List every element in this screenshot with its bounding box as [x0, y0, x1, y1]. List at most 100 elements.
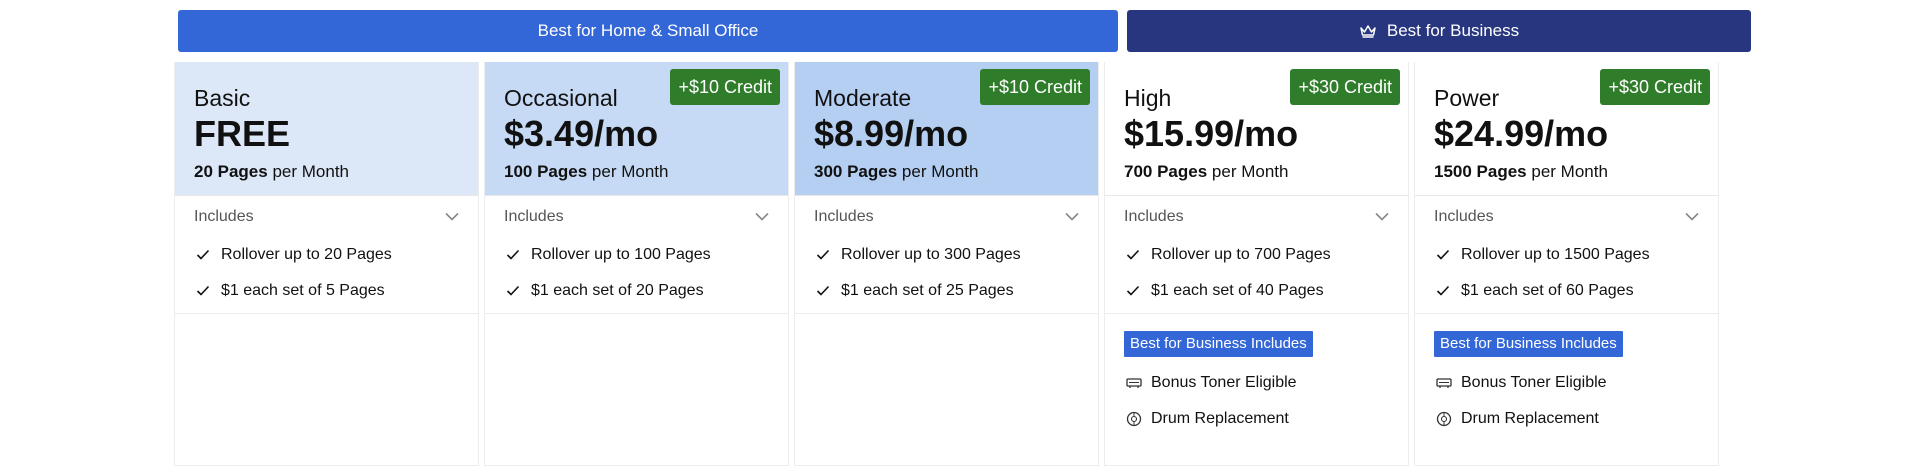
- check-icon: [196, 285, 210, 297]
- plan-card-moderate[interactable]: Moderate $8.99/mo 300 Pages per Month +$…: [794, 62, 1099, 466]
- home-office-banner-label: Best for Home & Small Office: [537, 21, 759, 40]
- plan-pages-count: 700 Pages: [1124, 162, 1208, 181]
- chevron-down-icon: [755, 212, 769, 221]
- feature-list: Rollover up to 20 Pages $1 each set of 5 …: [175, 237, 478, 314]
- divider: [795, 313, 1098, 314]
- feature-list: Rollover up to 300 Pages $1 each set of 2…: [795, 237, 1098, 314]
- includes-label: Includes: [1124, 207, 1184, 225]
- drum-icon: [1436, 411, 1452, 427]
- drum-icon: [1126, 411, 1142, 427]
- check-icon: [816, 249, 830, 261]
- check-icon: [1126, 285, 1140, 297]
- includes-label: Includes: [814, 207, 874, 225]
- chevron-down-icon: [1375, 212, 1389, 221]
- plan-header: Basic FREE 20 Pages per Month: [175, 62, 478, 195]
- feature-item: Rollover up to 100 Pages: [485, 237, 788, 273]
- plan-pages-count: 1500 Pages: [1434, 162, 1527, 181]
- plan-card-high[interactable]: High $15.99/mo 700 Pages per Month +$30 …: [1104, 62, 1409, 466]
- divider: [175, 313, 478, 314]
- plan-cards: Basic FREE 20 Pages per Month Includes R…: [174, 62, 1754, 466]
- feature-item: $1 each set of 25 Pages: [795, 273, 1098, 309]
- divider: [1415, 313, 1718, 314]
- business-feature-text: Bonus Toner Eligible: [1461, 374, 1607, 391]
- includes-toggle[interactable]: Includes: [1105, 195, 1408, 237]
- toner-cartridge-icon: [1436, 377, 1452, 389]
- check-icon: [506, 249, 520, 261]
- business-banner-label: Best for Business: [1386, 21, 1520, 40]
- divider: [1105, 313, 1408, 314]
- check-icon: [196, 249, 210, 261]
- plan-card-basic[interactable]: Basic FREE 20 Pages per Month Includes R…: [174, 62, 479, 466]
- business-includes-tag: Best for Business Includes: [1434, 331, 1623, 357]
- plan-pages: 20 Pages per Month: [194, 162, 478, 182]
- check-icon: [1436, 285, 1450, 297]
- feature-list: Rollover up to 1500 Pages $1 each set of …: [1415, 237, 1718, 437]
- crown-icon: [1359, 24, 1377, 38]
- chevron-down-icon: [1685, 212, 1699, 221]
- feature-text: Rollover up to 700 Pages: [1151, 246, 1331, 263]
- credit-badge: +$30 Credit: [1600, 69, 1710, 105]
- includes-toggle[interactable]: Includes: [1415, 195, 1718, 237]
- plan-pages-count: 300 Pages: [814, 162, 898, 181]
- feature-item: $1 each set of 60 Pages: [1415, 273, 1718, 309]
- plan-group-banners: Best for Home & Small Office Best for Bu…: [174, 10, 1754, 53]
- plan-header: High $15.99/mo 700 Pages per Month +$30 …: [1105, 62, 1408, 195]
- feature-item: $1 each set of 20 Pages: [485, 273, 788, 309]
- includes-label: Includes: [194, 207, 254, 225]
- business-feature-item: Bonus Toner Eligible: [1105, 365, 1408, 401]
- plan-card-occasional[interactable]: Occasional $3.49/mo 100 Pages per Month …: [484, 62, 789, 466]
- plan-pages-suffix: per Month: [1526, 162, 1608, 181]
- plan-pages: 300 Pages per Month: [814, 162, 1098, 182]
- business-feature-text: Bonus Toner Eligible: [1151, 374, 1297, 391]
- check-icon: [816, 285, 830, 297]
- plan-pages: 1500 Pages per Month: [1434, 162, 1718, 182]
- feature-item: Rollover up to 1500 Pages: [1415, 237, 1718, 273]
- plan-name: Basic: [194, 85, 251, 111]
- plan-price: $24.99/mo: [1434, 113, 1609, 154]
- feature-item: $1 each set of 40 Pages: [1105, 273, 1408, 309]
- feature-text: $1 each set of 20 Pages: [531, 282, 704, 299]
- includes-toggle[interactable]: Includes: [485, 195, 788, 237]
- plan-pages-suffix: per Month: [587, 162, 669, 181]
- plan-pages-suffix: per Month: [267, 162, 349, 181]
- check-icon: [506, 285, 520, 297]
- plan-price: $15.99/mo: [1124, 113, 1299, 154]
- plan-card-power[interactable]: Power $24.99/mo 1500 Pages per Month +$3…: [1414, 62, 1719, 466]
- feature-list: Rollover up to 700 Pages $1 each set of 4…: [1105, 237, 1408, 437]
- feature-text: $1 each set of 40 Pages: [1151, 282, 1324, 299]
- feature-item: Rollover up to 300 Pages: [795, 237, 1098, 273]
- feature-text: Rollover up to 100 Pages: [531, 246, 711, 263]
- business-banner: Best for Business: [1127, 10, 1751, 52]
- feature-text: Rollover up to 20 Pages: [221, 246, 392, 263]
- plan-header: Power $24.99/mo 1500 Pages per Month +$3…: [1415, 62, 1718, 195]
- feature-text: $1 each set of 60 Pages: [1461, 282, 1634, 299]
- business-feature-text: Drum Replacement: [1461, 410, 1599, 427]
- feature-item: Rollover up to 20 Pages: [175, 237, 478, 273]
- feature-item: $1 each set of 5 Pages: [175, 273, 478, 309]
- feature-text: $1 each set of 25 Pages: [841, 282, 1014, 299]
- plan-pages-suffix: per Month: [897, 162, 979, 181]
- plan-header: Moderate $8.99/mo 300 Pages per Month +$…: [795, 62, 1098, 195]
- chevron-down-icon: [1065, 212, 1079, 221]
- business-feature-item: Bonus Toner Eligible: [1415, 365, 1718, 401]
- feature-item: Rollover up to 700 Pages: [1105, 237, 1408, 273]
- plan-price: FREE: [194, 113, 291, 154]
- plan-price: $8.99/mo: [814, 113, 969, 154]
- includes-label: Includes: [1434, 207, 1494, 225]
- includes-label: Includes: [504, 207, 564, 225]
- plan-pages: 100 Pages per Month: [504, 162, 788, 182]
- credit-badge: +$30 Credit: [1290, 69, 1400, 105]
- plan-header: Occasional $3.49/mo 100 Pages per Month …: [485, 62, 788, 195]
- check-icon: [1436, 249, 1450, 261]
- plan-pages-count: 100 Pages: [504, 162, 588, 181]
- plan-price: $3.49/mo: [504, 113, 659, 154]
- includes-toggle[interactable]: Includes: [795, 195, 1098, 237]
- credit-badge: +$10 Credit: [670, 69, 780, 105]
- home-office-banner: Best for Home & Small Office: [178, 10, 1118, 52]
- divider: [485, 313, 788, 314]
- check-icon: [1126, 249, 1140, 261]
- feature-text: $1 each set of 5 Pages: [221, 282, 385, 299]
- feature-text: Rollover up to 300 Pages: [841, 246, 1021, 263]
- includes-toggle[interactable]: Includes: [175, 195, 478, 237]
- business-includes-tag: Best for Business Includes: [1124, 331, 1313, 357]
